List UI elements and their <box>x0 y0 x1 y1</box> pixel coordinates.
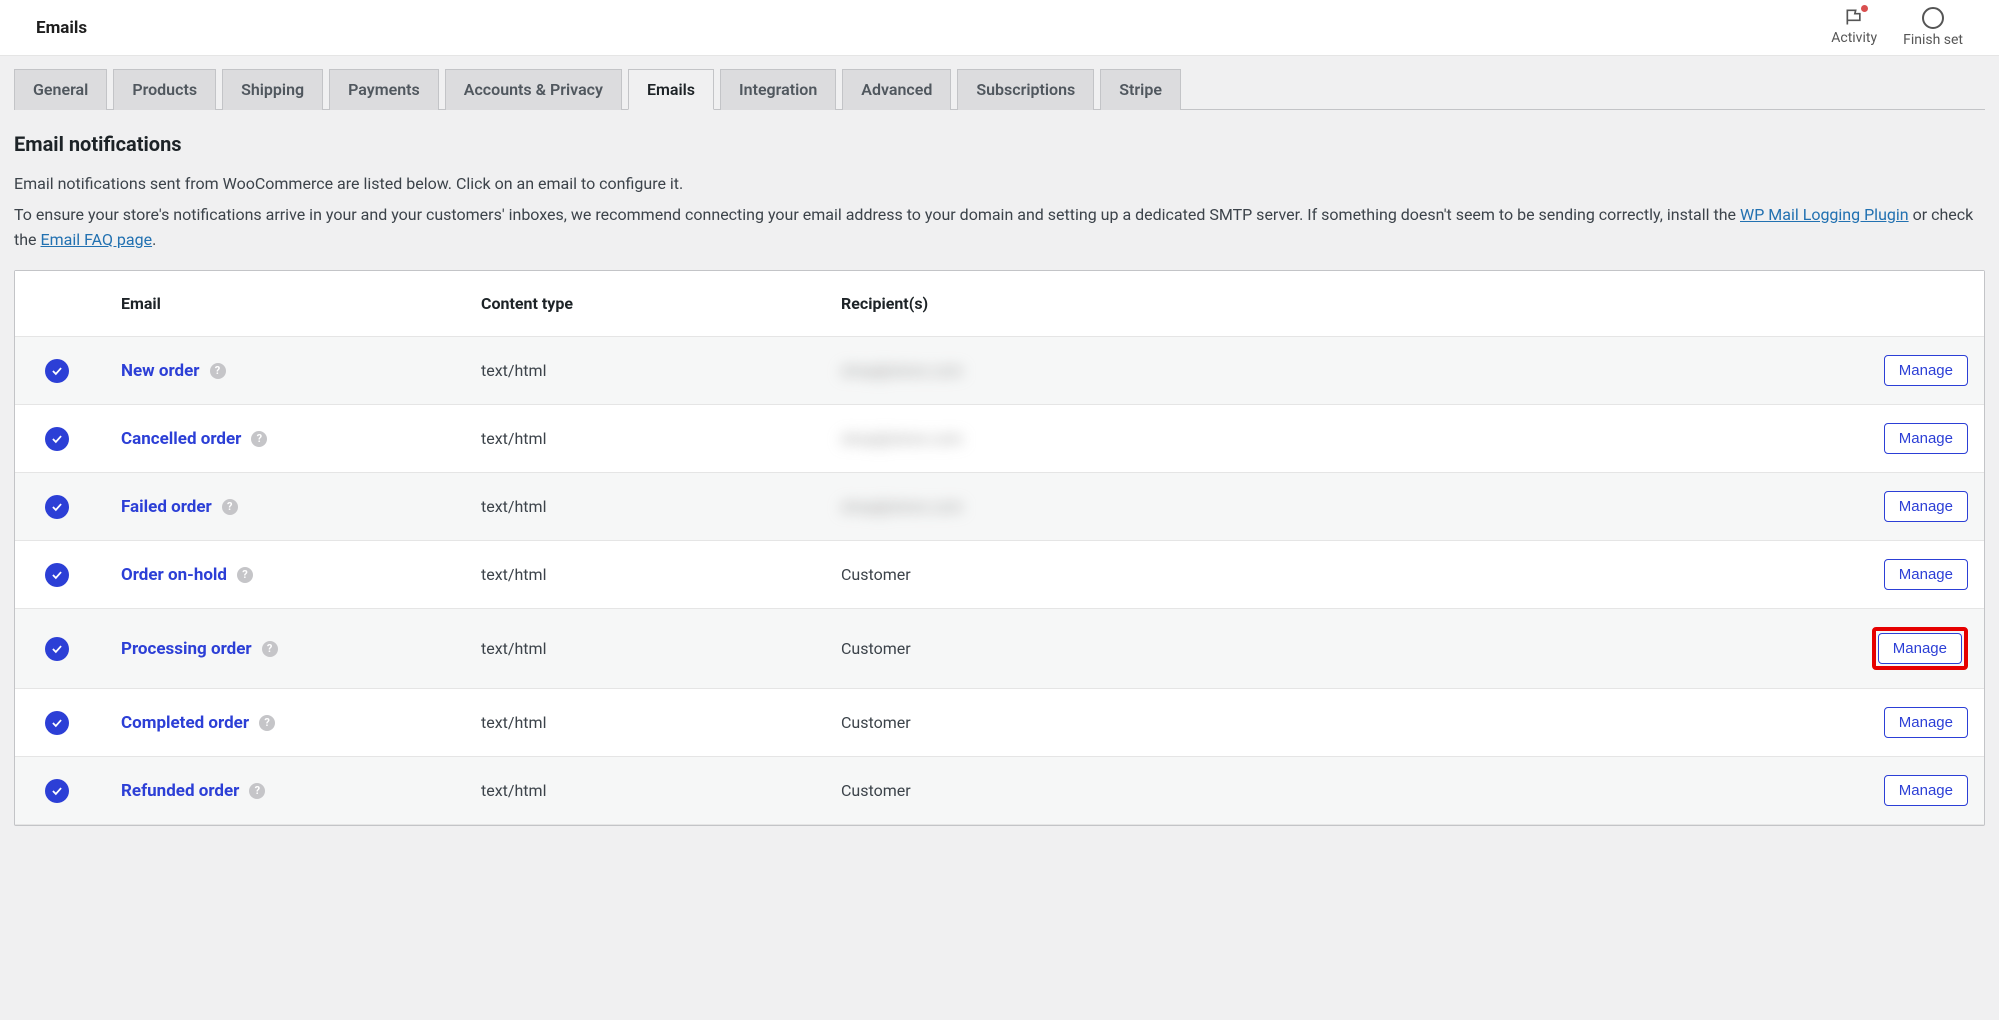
content-type-cell: text/html <box>481 361 841 380</box>
col-header-email: Email <box>121 294 481 313</box>
recipient-cell: shop@store.com <box>841 429 1848 448</box>
tab-emails[interactable]: Emails <box>628 69 714 110</box>
table-row: Order on-hold? text/htmlCustomer Manage <box>15 541 1984 609</box>
desc-part-c: . <box>152 230 156 249</box>
manage-button[interactable]: Manage <box>1884 355 1968 386</box>
email-name-link[interactable]: Order on-hold? <box>121 565 253 585</box>
email-name-link[interactable]: New order? <box>121 361 226 381</box>
manage-button[interactable]: Manage <box>1884 707 1968 738</box>
top-bar: Emails Activity Finish set <box>0 0 1999 56</box>
tab-subscriptions[interactable]: Subscriptions <box>957 69 1094 110</box>
activity-label: Activity <box>1831 30 1877 46</box>
email-faq-link[interactable]: Email FAQ page <box>41 230 153 249</box>
top-bar-actions: Activity Finish set <box>1831 7 1963 48</box>
table-row: New order? text/htmlshop@store.com Manage <box>15 337 1984 405</box>
email-table: Email Content type Recipient(s) New orde… <box>14 270 1985 826</box>
recipient-cell: shop@store.com <box>841 361 1848 380</box>
content-type-cell: text/html <box>481 713 841 732</box>
page-title: Emails <box>36 18 87 38</box>
email-name-link[interactable]: Failed order? <box>121 497 238 517</box>
manage-button[interactable]: Manage <box>1884 559 1968 590</box>
flag-icon <box>1843 7 1865 27</box>
email-name-link[interactable]: Refunded order? <box>121 781 265 801</box>
manage-button[interactable]: Manage <box>1884 423 1968 454</box>
table-row: Refunded order? text/htmlCustomer Manage <box>15 757 1984 825</box>
tab-stripe[interactable]: Stripe <box>1100 69 1181 110</box>
page-body: GeneralProductsShippingPaymentsAccounts … <box>0 56 1999 1020</box>
help-icon[interactable]: ? <box>237 567 253 583</box>
tab-integration[interactable]: Integration <box>720 69 836 110</box>
help-icon[interactable]: ? <box>262 641 278 657</box>
manage-button[interactable]: Manage <box>1884 775 1968 806</box>
content-type-cell: text/html <box>481 497 841 516</box>
recipient-cell: Customer <box>841 565 1848 584</box>
table-row: Cancelled order? text/htmlshop@store.com M… <box>15 405 1984 473</box>
circle-icon <box>1922 7 1944 29</box>
status-enabled-icon <box>45 779 69 803</box>
table-row: Processing order? text/htmlCustomer Manage <box>15 609 1984 689</box>
status-enabled-icon <box>45 637 69 661</box>
table-row: Failed order? text/htmlshop@store.com Mana… <box>15 473 1984 541</box>
status-enabled-icon <box>45 359 69 383</box>
tab-payments[interactable]: Payments <box>329 69 439 110</box>
content-type-cell: text/html <box>481 781 841 800</box>
wp-mail-logging-link[interactable]: WP Mail Logging Plugin <box>1740 205 1909 224</box>
desc-part-a: To ensure your store's notifications arr… <box>14 205 1740 224</box>
highlight-annotation: Manage <box>1872 627 1968 670</box>
email-name-link[interactable]: Cancelled order? <box>121 429 267 449</box>
tab-shipping[interactable]: Shipping <box>222 69 323 110</box>
table-header-row: Email Content type Recipient(s) <box>15 271 1984 337</box>
section-heading: Email notifications <box>14 132 1985 156</box>
recipient-cell: Customer <box>841 713 1848 732</box>
section-description-1: Email notifications sent from WooCommerc… <box>14 172 1985 197</box>
recipient-cell: shop@store.com <box>841 497 1848 516</box>
email-name-link[interactable]: Processing order? <box>121 639 278 659</box>
settings-tabs: GeneralProductsShippingPaymentsAccounts … <box>14 68 1985 110</box>
tab-advanced[interactable]: Advanced <box>842 69 951 110</box>
status-enabled-icon <box>45 495 69 519</box>
content-type-cell: text/html <box>481 565 841 584</box>
finish-setup-button[interactable]: Finish set <box>1903 7 1963 48</box>
recipient-cell: Customer <box>841 639 1848 658</box>
recipient-cell: Customer <box>841 781 1848 800</box>
manage-button[interactable]: Manage <box>1884 491 1968 522</box>
help-icon[interactable]: ? <box>251 431 267 447</box>
finish-setup-label: Finish set <box>1903 32 1963 48</box>
status-enabled-icon <box>45 563 69 587</box>
manage-button[interactable]: Manage <box>1878 633 1962 664</box>
content-type-cell: text/html <box>481 429 841 448</box>
email-name-link[interactable]: Completed order? <box>121 713 275 733</box>
col-header-recipients: Recipient(s) <box>841 294 1848 313</box>
help-icon[interactable]: ? <box>210 363 226 379</box>
tab-general[interactable]: General <box>14 69 107 110</box>
content-type-cell: text/html <box>481 639 841 658</box>
activity-button[interactable]: Activity <box>1831 7 1877 46</box>
table-row: Completed order? text/htmlCustomer Manage <box>15 689 1984 757</box>
section-description-2: To ensure your store's notifications arr… <box>14 203 1985 253</box>
help-icon[interactable]: ? <box>222 499 238 515</box>
tab-accounts-privacy[interactable]: Accounts & Privacy <box>445 69 622 110</box>
tab-products[interactable]: Products <box>113 69 216 110</box>
status-enabled-icon <box>45 427 69 451</box>
help-icon[interactable]: ? <box>259 715 275 731</box>
help-icon[interactable]: ? <box>249 783 265 799</box>
col-header-content: Content type <box>481 294 841 313</box>
status-enabled-icon <box>45 711 69 735</box>
